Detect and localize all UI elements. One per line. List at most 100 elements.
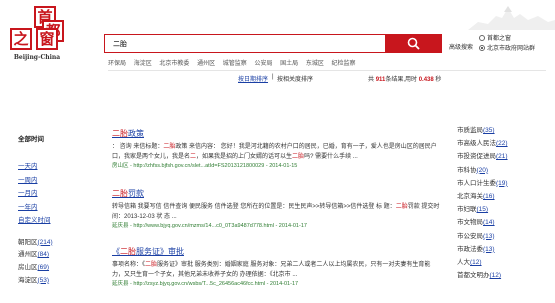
- skyline-decoration: [468, 6, 555, 30]
- search-button[interactable]: [386, 34, 442, 53]
- logo-char: 之: [10, 28, 32, 50]
- result-snippet: ： 咨询 来信标题：二胎政策 来信内容： 您好！我是河北籍的农村户口的居民，已婚…: [112, 144, 437, 160]
- district-filter[interactable]: 房山区(69): [18, 262, 88, 275]
- district-filter[interactable]: 朝阳区(214): [18, 237, 88, 250]
- time-filter-day[interactable]: 一天内: [18, 160, 88, 174]
- search-scope: 首都之窗 北京市政府网站群: [479, 34, 535, 54]
- agency-filter[interactable]: 市文物局(14): [457, 216, 552, 229]
- category-bar: 环保局 海淀区 北京市教委 通州区 城管监察 公安局 国土局 东城区 纪检监察: [108, 58, 362, 67]
- agency-count[interactable]: (14): [483, 219, 495, 226]
- sort-separator: |: [272, 74, 274, 80]
- agency-filter[interactable]: 市人口计生委(19): [457, 177, 552, 190]
- result-count: 共 911条结果,用时 0.438 秒: [368, 74, 441, 83]
- agency-count[interactable]: (21): [496, 153, 508, 160]
- result-item: 二胎政策 ： 咨询 来信标题：二胎政策 来信内容： 您好！我是河北籍的农村户口的…: [112, 128, 442, 171]
- agency-count[interactable]: (16): [483, 193, 495, 200]
- agency-count[interactable]: (13): [483, 246, 495, 253]
- highlight: 二胎: [112, 189, 128, 198]
- agency-filter[interactable]: 首都文明办(12): [457, 269, 552, 282]
- result-url[interactable]: 房山区 - http://zhfss.bjfsh.gov.cn/slet...a…: [112, 162, 442, 171]
- radio-selected-icon: [479, 45, 485, 52]
- result-title-link[interactable]: 二胎罚款: [112, 188, 442, 199]
- time-filter-week[interactable]: 一周内: [18, 174, 88, 188]
- agency-filter[interactable]: 市高级人民法(22): [457, 137, 552, 150]
- title-prefix: 《: [112, 247, 120, 256]
- agency-count[interactable]: (15): [477, 206, 489, 213]
- search-input[interactable]: [105, 35, 385, 52]
- search-icon: [407, 37, 420, 50]
- count-prefix: 共: [368, 77, 375, 83]
- category-link[interactable]: 海淀区: [134, 61, 152, 67]
- agency-filter[interactable]: 市质监局(35): [457, 124, 552, 137]
- category-link[interactable]: 纪检监察: [332, 61, 356, 67]
- agency-filter[interactable]: 市公安局(13): [457, 230, 552, 243]
- result-url[interactable]: 延庆县 - http://www.bjyq.gov.cn/mzms/14...c…: [112, 222, 442, 231]
- category-link[interactable]: 城管监察: [223, 61, 247, 67]
- agency-count[interactable]: (12): [490, 272, 502, 279]
- radio-icon: [479, 35, 485, 42]
- left-sidebar: 全部时间 一天内 一周内 一月内 一年内 自定义时间 朝阳区(214) 通州区(…: [18, 133, 88, 287]
- agency-count[interactable]: (22): [496, 140, 508, 147]
- result-item: 二胎罚款 转导信箱 我要写信 信件查询 便民服务 信件选登 您所在的位置是：民生…: [112, 188, 442, 231]
- agency-filter[interactable]: 市投资促进局(21): [457, 150, 552, 163]
- district-filter[interactable]: 通州区(84): [18, 249, 88, 262]
- agency-filter[interactable]: 市政法委(13): [457, 243, 552, 256]
- scope-label: 首都之窗: [487, 36, 512, 42]
- time-filter-title: 全部时间: [18, 136, 44, 143]
- category-link[interactable]: 北京市教委: [159, 61, 189, 67]
- count-number: 911: [375, 77, 386, 83]
- result-title-link[interactable]: 二胎政策: [112, 128, 442, 139]
- category-link[interactable]: 通州区: [197, 61, 215, 67]
- time-filter-custom[interactable]: 自定义时间: [18, 214, 88, 228]
- time-filter-year[interactable]: 一年内: [18, 201, 88, 215]
- highlight: 二胎: [112, 129, 128, 138]
- sort-by-date-link[interactable]: 按日期排序: [238, 74, 268, 83]
- logo-char: 窗: [36, 28, 58, 50]
- logo-subtitle: Beijing-China: [13, 54, 61, 61]
- scope-option-capital[interactable]: 首都之窗: [479, 34, 535, 44]
- count-suffix: 条结果,用时: [385, 77, 418, 83]
- district-count[interactable]: (69): [38, 264, 50, 271]
- result-item: 《二胎服务证》审批 事项名称：《二胎服务证》审批 服务类别：婚姻家庭 服务对象：…: [112, 246, 442, 289]
- site-logo[interactable]: 首 都 之 窗 Beijing-China: [6, 6, 68, 64]
- search-box: [104, 34, 386, 53]
- district-name: 海淀区: [18, 276, 38, 284]
- agency-count[interactable]: (13): [483, 233, 495, 240]
- district-filter[interactable]: 海淀区(53): [18, 275, 88, 288]
- result-snippet: 事项名称：《二胎服务证》审批 服务类别：婚姻家庭 服务对象：兄弟二人或者二人以上…: [112, 262, 431, 278]
- category-link[interactable]: 公安局: [254, 61, 272, 67]
- category-link[interactable]: 东城区: [306, 61, 324, 67]
- district-count[interactable]: (214): [38, 239, 53, 246]
- scope-label: 北京市政府网站群: [487, 46, 536, 52]
- agency-filter[interactable]: 人大(12): [457, 256, 552, 269]
- right-sidebar: 市质监局(35) 市高级人民法(22) 市投资促进局(21) 市科协(20) 市…: [457, 124, 552, 282]
- sort-bar: 按日期排序 | 按相关度排序 共 911条结果,用时 0.438 秒: [108, 70, 546, 83]
- agency-count[interactable]: (19): [496, 180, 508, 187]
- result-url[interactable]: 延庆县 - http://zsyz.bjyq.gov.cn/wsbs/T...5…: [112, 280, 442, 289]
- agency-count[interactable]: (35): [483, 127, 495, 134]
- title-text: 服务证》审批: [136, 247, 184, 256]
- time-filter-month[interactable]: 一月内: [18, 187, 88, 201]
- title-text: 政策: [128, 129, 144, 138]
- highlight: 二胎: [120, 247, 136, 256]
- district-count[interactable]: (53): [38, 277, 50, 284]
- agency-filter[interactable]: 北京海关(16): [457, 190, 552, 203]
- category-link[interactable]: 国土局: [280, 61, 298, 67]
- result-snippet: 转导信箱 我要写信 信件查询 便民服务 信件选登 您所在的位置是：民生民声>>转…: [112, 204, 440, 220]
- agency-filter[interactable]: 市科协(20): [457, 164, 552, 177]
- agency-count[interactable]: (20): [477, 167, 489, 174]
- district-name: 通州区: [18, 251, 38, 259]
- district-name: 房山区: [18, 263, 38, 271]
- advanced-search-link[interactable]: 高级搜索: [449, 42, 473, 51]
- sort-by-relevance[interactable]: 按相关度排序: [277, 74, 313, 83]
- result-title-link[interactable]: 《二胎服务证》审批: [112, 246, 442, 257]
- elapsed-time: 0.438: [418, 77, 434, 83]
- time-unit: 秒: [435, 77, 442, 83]
- agency-filter[interactable]: 市妇联(15): [457, 203, 552, 216]
- scope-option-gov-sites[interactable]: 北京市政府网站群: [479, 44, 535, 54]
- agency-count[interactable]: (12): [470, 259, 482, 266]
- category-link[interactable]: 环保局: [108, 61, 126, 67]
- district-count[interactable]: (84): [38, 251, 50, 258]
- title-text: 罚款: [128, 189, 144, 198]
- district-name: 朝阳区: [18, 238, 38, 246]
